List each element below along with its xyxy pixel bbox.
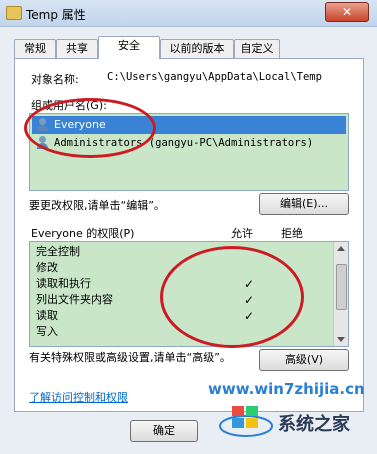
- permissions-label: Everyone 的权限(P): [31, 227, 135, 240]
- tab-previous-versions[interactable]: 以前的版本: [160, 39, 234, 58]
- permission-label: 修改: [36, 261, 58, 274]
- allow-column-header: 允许: [231, 227, 253, 240]
- windows-logo-icon: [219, 406, 273, 437]
- window-title: Temp 属性: [26, 8, 86, 22]
- object-name-label: 对象名称:: [31, 73, 79, 86]
- permission-label: 读取和执行: [36, 277, 91, 290]
- tab-sharing[interactable]: 共享: [56, 39, 98, 58]
- permissions-scrollbar[interactable]: [333, 242, 348, 346]
- highlight-oval-permissions: [160, 246, 304, 348]
- permission-label: 完全控制: [36, 245, 80, 258]
- access-control-link[interactable]: 了解访问控制和权限: [29, 389, 128, 405]
- scroll-down-icon[interactable]: [337, 337, 345, 342]
- close-button[interactable]: ✕: [325, 2, 369, 22]
- edit-button[interactable]: 编辑(E)...: [259, 193, 349, 215]
- tab-customize[interactable]: 自定义: [234, 39, 280, 58]
- permission-label: 列出文件夹内容: [36, 293, 113, 306]
- edit-hint: 要更改权限,请单击“编辑”。: [29, 199, 165, 212]
- deny-column-header: 拒绝: [281, 227, 303, 240]
- advanced-hint: 有关特殊权限或高级设置,请单击“高级”。: [29, 351, 231, 364]
- permission-label: 读取: [36, 309, 58, 322]
- watermark-name: 系统之家: [278, 414, 350, 435]
- tab-security[interactable]: 安全: [98, 36, 160, 59]
- permission-label: 写入: [36, 325, 58, 338]
- highlight-oval-groups: [24, 98, 156, 158]
- ok-button[interactable]: 确定: [130, 420, 198, 442]
- scroll-thumb[interactable]: [336, 264, 347, 310]
- permission-row: 完全控制: [36, 244, 326, 260]
- title-bar: Temp 属性 ✕: [0, 0, 377, 27]
- object-path: C:\Users\gangyu\AppData\Local\Temp: [107, 71, 322, 83]
- advanced-button[interactable]: 高级(V): [259, 349, 349, 371]
- folder-icon: [6, 6, 22, 20]
- scroll-up-icon[interactable]: [337, 246, 345, 251]
- watermark-site: www.win7zhijia.cn: [208, 380, 365, 398]
- tab-general[interactable]: 常规: [14, 39, 56, 58]
